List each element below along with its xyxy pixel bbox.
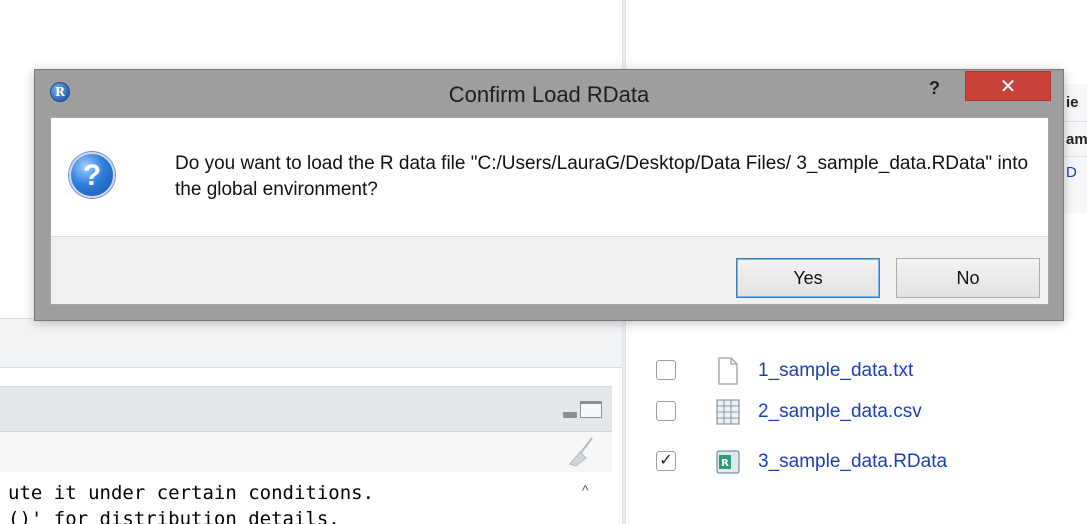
list-item[interactable]: 1_sample_data.txt [656, 356, 1076, 386]
help-button[interactable]: ? [929, 78, 940, 99]
file-link[interactable]: 2_sample_data.csv [758, 401, 922, 423]
csv-file-icon [716, 399, 740, 425]
dialog-title: Confirm Load RData [448, 82, 650, 107]
file-link[interactable]: 3_sample_data.RData [758, 451, 947, 473]
divider [1061, 121, 1087, 122]
confirm-load-dialog: R Confirm Load RData ? ✕ ? Do you want t… [34, 69, 1064, 321]
peek-column-text: am [1066, 131, 1087, 148]
dialog-button-area: Yes No [51, 236, 1048, 304]
file-checkbox[interactable] [656, 401, 676, 421]
console-line: ()' for distribution details. [8, 508, 340, 524]
console-header [0, 386, 612, 432]
environment-pane-peek: ie am D [1060, 84, 1087, 214]
file-checkbox-checked[interactable]: ✓ [656, 451, 676, 471]
question-icon: ? [69, 152, 115, 198]
console-output[interactable]: ute it under certain conditions. ()' for… [0, 472, 612, 524]
clear-console-icon[interactable] [566, 436, 596, 468]
list-item[interactable]: 2_sample_data.csv [656, 397, 1076, 427]
no-button[interactable]: No [896, 258, 1040, 298]
peek-row-link[interactable]: D [1066, 164, 1077, 181]
minimize-pane-icon[interactable] [563, 412, 577, 418]
close-button[interactable]: ✕ [965, 71, 1051, 101]
divider [1061, 156, 1087, 157]
dialog-titlebar[interactable]: R Confirm Load RData ? ✕ [35, 70, 1063, 112]
file-checkbox[interactable] [656, 360, 676, 380]
yes-button[interactable]: Yes [736, 258, 880, 298]
source-pane-footer [0, 318, 622, 368]
scroll-up-arrow-icon[interactable]: ^ [582, 482, 589, 498]
list-item[interactable]: ✓ R 3_sample_data.RData [656, 447, 1076, 477]
text-file-icon [718, 357, 738, 385]
dialog-message: Do you want to load the R data file "C:/… [175, 153, 1029, 200]
svg-text:R: R [721, 458, 729, 469]
peek-header-text: ie [1066, 94, 1079, 111]
maximize-pane-icon[interactable] [580, 401, 602, 418]
dialog-content: ? Do you want to load the R data file "C… [50, 117, 1049, 305]
file-link[interactable]: 1_sample_data.txt [758, 360, 913, 382]
console-line: ute it under certain conditions. [8, 482, 375, 504]
console-toolbar [0, 432, 612, 472]
rdata-file-icon: R [716, 450, 740, 474]
